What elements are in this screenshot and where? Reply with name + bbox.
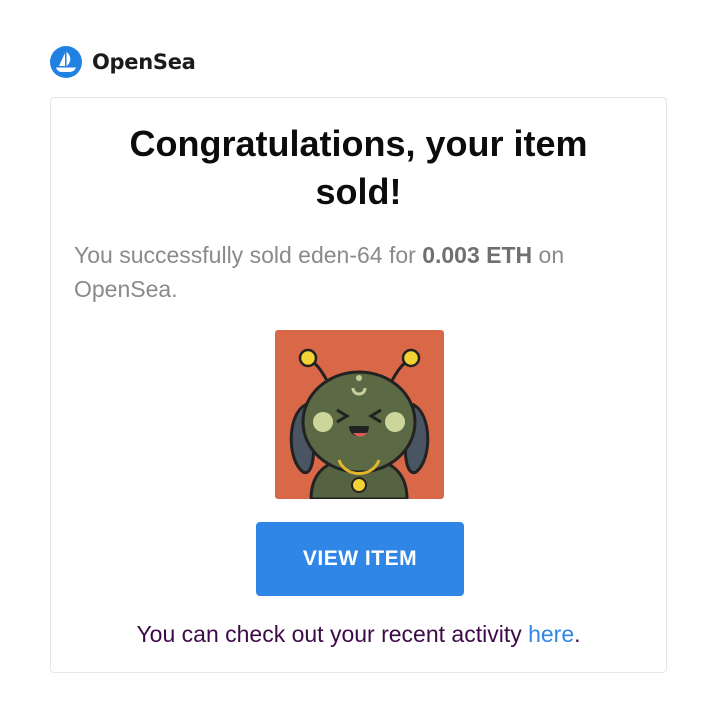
view-item-button[interactable]: VIEW ITEM	[256, 522, 464, 596]
activity-link[interactable]: here	[528, 621, 574, 647]
activity-message: You can check out your recent activity h…	[51, 617, 666, 651]
activity-text: You can check out your recent activity	[136, 621, 529, 647]
sale-message: You successfully sold eden-64 for 0.003 …	[74, 238, 634, 306]
brand-name: OpenSea	[92, 50, 196, 74]
email-page: OpenSea Congratulations, your item sold!…	[0, 0, 720, 720]
activity-end: .	[574, 621, 581, 647]
sale-card: Congratulations, your item sold! You suc…	[50, 97, 667, 673]
nft-creature-image	[275, 330, 444, 499]
page-title: Congratulations, your item sold!	[129, 123, 588, 212]
opensea-logo-icon	[50, 46, 82, 78]
email-header: OpenSea	[50, 44, 196, 80]
nft-image	[275, 330, 444, 499]
sale-message-prefix: You successfully sold eden-64 for	[74, 242, 423, 268]
sale-price: 0.003 ETH	[422, 242, 533, 268]
